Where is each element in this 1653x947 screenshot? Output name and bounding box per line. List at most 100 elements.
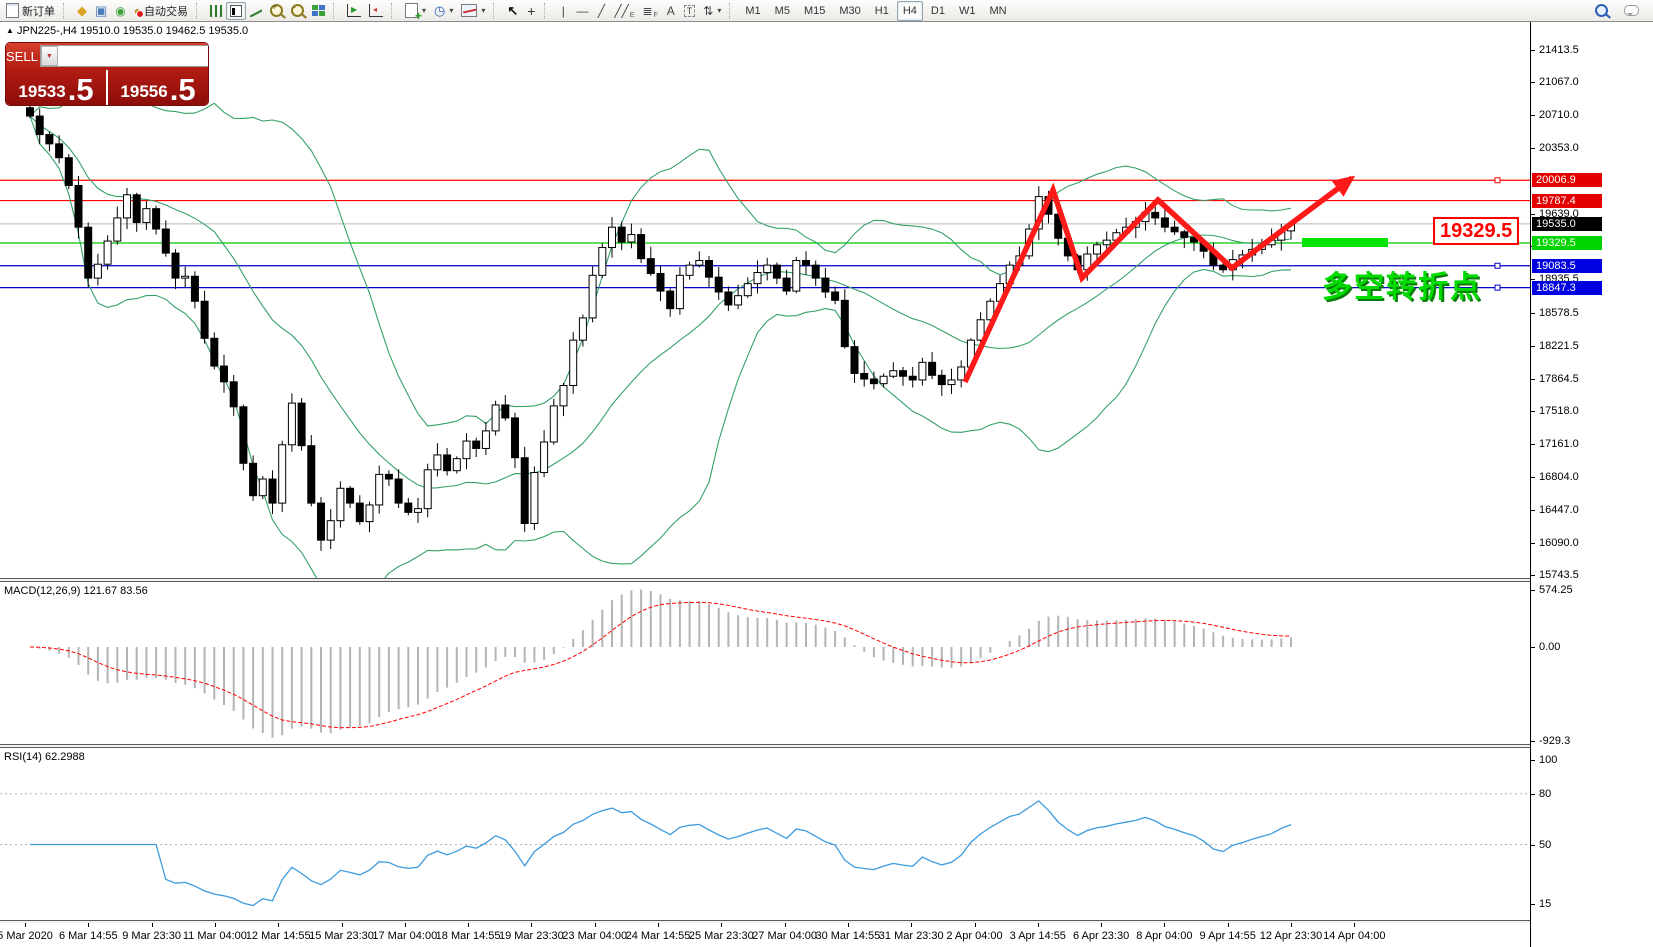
tab-timeframe-w1[interactable]: W1 [953,1,982,21]
tab-timeframe-mn[interactable]: MN [983,1,1012,21]
text-button[interactable]: A [662,2,680,20]
tick-direction-icon: ▲ [6,26,14,35]
cursor-icon: ↖ [507,4,518,17]
auto-scroll-icon: ▶ [347,4,361,17]
axis-tick-label: 18221.5 [1539,340,1579,352]
tab-timeframe-m1[interactable]: M1 [739,1,766,21]
templates-button[interactable]: ▾ [457,2,489,20]
arrows-button[interactable]: ⇅▾ [699,2,725,20]
symbol-ohlc-text: JPN225-,H4 19510.0 19535.0 19462.5 19535… [17,25,248,37]
signals-button[interactable]: ◉ [111,2,129,20]
line-chart-icon [250,5,262,17]
axis-tick-label: 15 [1539,898,1551,910]
axis-tick [1531,379,1535,380]
horizontal-line-button[interactable]: — [572,2,592,20]
buy-price[interactable]: 19556 .5 [108,69,208,105]
volume-decrease-button[interactable]: ▼ [41,46,58,66]
tile-windows-icon [312,5,325,17]
text-label-button[interactable]: T [680,2,700,20]
time-axis-label: 25 Mar 23:30 [689,930,754,942]
vertical-line-button[interactable]: | [554,2,572,20]
time-axis-label: 6 Mar 14:55 [59,930,118,942]
bar-chart-button[interactable] [206,2,226,20]
channel-button[interactable]: ╱╱E [610,2,638,20]
chevron-down-icon: ▾ [717,6,721,15]
bar-chart-icon [210,5,222,17]
new-order-button[interactable]: 新订单 [2,2,59,20]
one-click-trading-panel: SELL ▼ ▲ BUY 19533 .5 19556 .5 [6,43,208,105]
main-chart[interactable] [0,22,1530,578]
annotation-support-bar [1302,238,1388,247]
symbol-header: ▲ JPN225-,H4 19510.0 19535.0 19462.5 195… [6,25,248,37]
axis-tick [1531,115,1535,116]
clock-icon: ◷ [434,4,445,17]
macd-indicator-label: MACD(12,26,9) 121.67 83.56 [4,585,148,597]
macd-panel[interactable] [0,582,1530,744]
tab-timeframe-m30[interactable]: M30 [833,1,866,21]
price-axis[interactable]: 21413.521067.020710.020353.019639.019292… [1530,22,1653,947]
tab-timeframe-h4[interactable]: H4 [897,1,923,21]
zoom-out-button[interactable]: - [287,2,308,20]
sell-price[interactable]: 19533 .5 [6,69,106,105]
zoom-in-icon: + [270,4,283,17]
tab-timeframe-d1[interactable]: D1 [925,1,951,21]
axis-tick-label: 16804.0 [1539,471,1579,483]
cursor-button[interactable]: ↖ [503,2,522,20]
tab-timeframe-m15[interactable]: M15 [798,1,831,21]
axis-tick [1531,510,1535,511]
time-axis-label: 24 Mar 14:55 [626,930,691,942]
signal-icon: ◉ [115,5,125,17]
auto-trading-button[interactable]: ● 自动交易 [130,2,192,20]
time-axis-label: 9 Mar 23:30 [122,930,181,942]
axis-tick-label: 50 [1539,839,1551,851]
time-axis[interactable]: 5 Mar 20206 Mar 14:559 Mar 23:3011 Mar 0… [0,923,1530,947]
time-axis-label: 12 Mar 14:55 [246,930,311,942]
chart-shift-icon: ◂ [369,4,383,17]
toolbar-separator [391,3,398,19]
axis-tick [1531,543,1535,544]
toolbar-separator [63,3,70,19]
chart-shift-button[interactable]: ◂ [365,2,387,20]
volume-input[interactable] [58,46,208,66]
zoom-in-button[interactable]: + [266,2,287,20]
tab-timeframe-m5[interactable]: M5 [769,1,796,21]
axis-tick [1531,411,1535,412]
volume-stepper: ▼ ▲ [40,45,208,67]
market-watch-button[interactable]: ◆ [73,2,91,20]
rsi-panel[interactable] [0,748,1530,920]
time-axis-tick [278,923,279,927]
time-axis-label: 9 Apr 14:55 [1200,930,1256,942]
periods-button[interactable]: ◷▾ [430,2,457,20]
candlestick-chart-button[interactable] [226,2,246,20]
axis-tick [1531,50,1535,51]
annotation-price-label[interactable]: 19329.5 [1433,217,1519,245]
sell-button[interactable]: SELL [6,43,38,69]
auto-scroll-button[interactable]: ▶ [343,2,365,20]
axis-tick-label: 17518.0 [1539,405,1579,417]
axis-tick [1531,741,1535,742]
time-axis-tick [342,923,343,927]
time-axis-label: 8 Apr 04:00 [1136,930,1192,942]
rsi-indicator-label: RSI(14) 62.2988 [4,751,85,763]
time-axis-label: 17 Mar 04:00 [372,930,437,942]
time-axis-tick [405,923,406,927]
annotation-chinese-note[interactable]: 多空转折点 [1322,262,1482,306]
text-icon: A [667,4,675,18]
axis-tick [1531,904,1535,905]
indicators-button[interactable]: ▾ [401,2,430,20]
line-chart-button[interactable] [246,2,266,20]
trendline-icon: ╱ [598,4,605,18]
time-axis-tick [1354,923,1355,927]
chat-button[interactable] [1620,2,1643,20]
fibonacci-button[interactable]: ≣F [638,2,661,20]
terminal-button[interactable]: ▣ [91,2,111,20]
axis-tick [1531,346,1535,347]
tile-windows-button[interactable] [308,2,329,20]
level-price-badge: 19787.4 [1532,194,1602,208]
template-icon [461,4,477,17]
tab-timeframe-h1[interactable]: H1 [869,1,895,21]
axis-tick [1531,845,1535,846]
trendline-button[interactable]: ╱ [592,2,610,20]
search-button[interactable] [1591,2,1612,20]
crosshair-button[interactable]: + [522,2,540,20]
